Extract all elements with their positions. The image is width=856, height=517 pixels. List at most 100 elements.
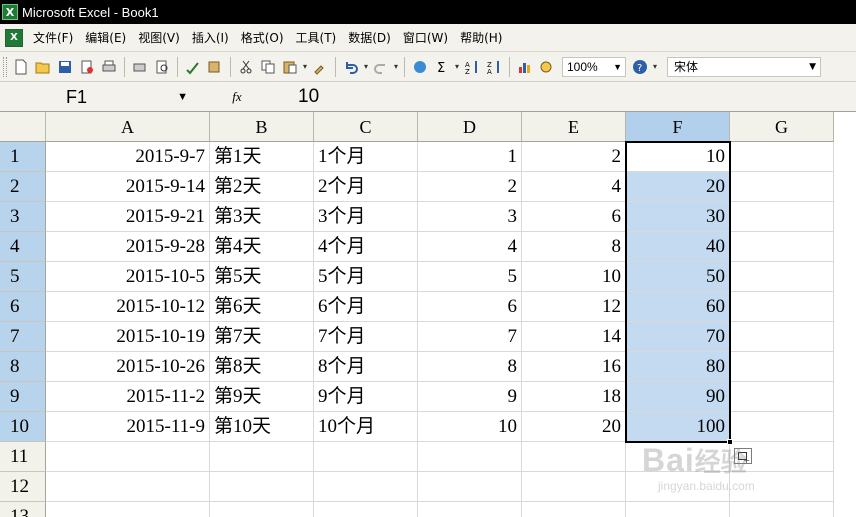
cell-c6[interactable]: 6个月 [314,292,418,322]
toolbar-grip[interactable] [3,56,7,77]
cell-c3[interactable]: 3个月 [314,202,418,232]
chart-wizard-icon[interactable] [515,57,535,77]
print-icon[interactable] [99,57,119,77]
cell-b2[interactable]: 第2天 [210,172,314,202]
cell-g6[interactable] [730,292,834,322]
copy-icon[interactable] [258,57,278,77]
paste-dropdown-icon[interactable]: ▾ [301,62,309,71]
cell-b12[interactable] [210,472,314,502]
cell-d2[interactable]: 2 [418,172,522,202]
cell-b13[interactable] [210,502,314,517]
format-painter-icon[interactable] [310,57,330,77]
menu-edit[interactable]: 编辑(E) [79,27,132,49]
cut-icon[interactable] [236,57,256,77]
research-icon[interactable] [205,57,225,77]
column-header-g[interactable]: G [730,112,834,142]
insert-function-icon[interactable]: fx [192,89,282,105]
cell-f8[interactable]: 80 [626,352,730,382]
menu-view[interactable]: 视图(V) [132,27,186,49]
cell-g8[interactable] [730,352,834,382]
cell-e7[interactable]: 14 [522,322,626,352]
cell-g9[interactable] [730,382,834,412]
cell-a9[interactable]: 2015-11-2 [46,382,210,412]
row-header-12[interactable]: 12 [0,472,46,502]
spelling-icon[interactable] [183,57,203,77]
undo-dropdown-icon[interactable]: ▾ [362,62,370,71]
cell-b3[interactable]: 第3天 [210,202,314,232]
hyperlink-icon[interactable] [410,57,430,77]
permission-icon[interactable] [77,57,97,77]
cell-e8[interactable]: 16 [522,352,626,382]
cell-c5[interactable]: 5个月 [314,262,418,292]
cell-e2[interactable]: 4 [522,172,626,202]
undo-icon[interactable] [341,57,361,77]
menu-format[interactable]: 格式(O) [235,27,290,49]
menu-data[interactable]: 数据(D) [342,27,397,49]
cell-g5[interactable] [730,262,834,292]
font-select[interactable]: 宋体 ▼ [667,56,821,77]
cell-d11[interactable] [418,442,522,472]
cell-d5[interactable]: 5 [418,262,522,292]
cell-e13[interactable] [522,502,626,517]
cell-a2[interactable]: 2015-9-14 [46,172,210,202]
cell-c1[interactable]: 1个月 [314,142,418,172]
cell-d12[interactable] [418,472,522,502]
cell-c2[interactable]: 2个月 [314,172,418,202]
cell-b4[interactable]: 第4天 [210,232,314,262]
autosum-dropdown-icon[interactable]: ▾ [453,62,461,71]
cell-c7[interactable]: 7个月 [314,322,418,352]
cell-e5[interactable]: 10 [522,262,626,292]
cell-g4[interactable] [730,232,834,262]
print-preview-icon[interactable] [130,57,150,77]
redo-icon[interactable] [371,57,391,77]
cell-c9[interactable]: 9个月 [314,382,418,412]
cell-f9[interactable]: 90 [626,382,730,412]
cell-c13[interactable] [314,502,418,517]
cell-e12[interactable] [522,472,626,502]
cell-a12[interactable] [46,472,210,502]
select-all-corner[interactable] [0,112,46,142]
font-dropdown-icon[interactable]: ▼ [809,58,816,76]
formula-input[interactable]: 10 [282,86,319,108]
column-header-d[interactable]: D [418,112,522,142]
cell-f4[interactable]: 40 [626,232,730,262]
column-header-b[interactable]: B [210,112,314,142]
cell-b11[interactable] [210,442,314,472]
menu-help[interactable]: 帮助(H) [454,27,508,49]
cell-g12[interactable] [730,472,834,502]
redo-dropdown-icon[interactable]: ▾ [392,62,400,71]
row-header-9[interactable]: 9 [0,382,46,412]
open-icon[interactable] [33,57,53,77]
row-header-10[interactable]: 10 [0,412,46,442]
cell-c12[interactable] [314,472,418,502]
cell-b8[interactable]: 第8天 [210,352,314,382]
cell-f12[interactable] [626,472,730,502]
cell-e10[interactable]: 20 [522,412,626,442]
cell-f6[interactable]: 60 [626,292,730,322]
cell-f3[interactable]: 30 [626,202,730,232]
cell-e9[interactable]: 18 [522,382,626,412]
cell-d9[interactable]: 9 [418,382,522,412]
zoom-select[interactable]: 100% ▼ [562,56,626,77]
menu-file[interactable]: 文件(F) [27,27,79,49]
cell-d13[interactable] [418,502,522,517]
sort-descending-icon[interactable]: ZA [484,57,504,77]
menu-insert[interactable]: 插入(I) [186,27,235,49]
cell-b7[interactable]: 第7天 [210,322,314,352]
cell-a8[interactable]: 2015-10-26 [46,352,210,382]
menu-window[interactable]: 窗口(W) [397,27,454,49]
column-header-c[interactable]: C [314,112,418,142]
autosum-icon[interactable]: Σ [432,57,452,77]
drawing-icon[interactable] [537,57,557,77]
worksheet-grid[interactable]: A B C D E F G 1 2015-9-7 第1天 1个月 1 2 10 2 2015-9-14 第2天 2… [0,112,856,517]
cell-g7[interactable] [730,322,834,352]
cell-d6[interactable]: 6 [418,292,522,322]
row-header-11[interactable]: 11 [0,442,46,472]
cell-d4[interactable]: 4 [418,232,522,262]
cell-d7[interactable]: 7 [418,322,522,352]
cell-a13[interactable] [46,502,210,517]
row-header-8[interactable]: 8 [0,352,46,382]
cell-c10[interactable]: 10个月 [314,412,418,442]
cell-e1[interactable]: 2 [522,142,626,172]
row-header-1[interactable]: 1 [0,142,46,172]
